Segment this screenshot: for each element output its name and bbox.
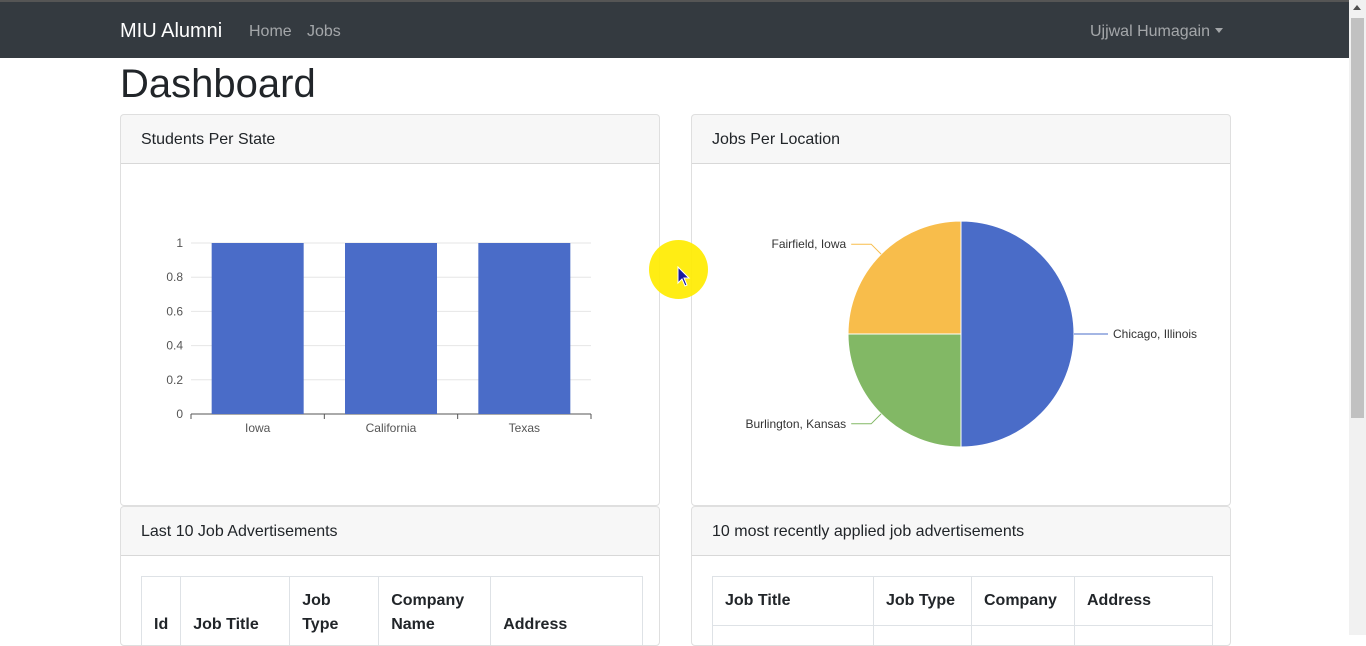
- applied-jobs-table: Job Title Job Type Company Address: [712, 576, 1213, 646]
- column-header-job-type: Job Type: [290, 577, 379, 646]
- pie-label-line: [851, 414, 881, 424]
- pie-slice-fairfield-iowa[interactable]: [848, 221, 961, 334]
- x-tick-label: California: [366, 421, 417, 435]
- navbar: MIU Alumni Home Jobs Ujjwal Humagain: [0, 0, 1366, 58]
- pie-slice-chicago-illinois[interactable]: [961, 221, 1074, 447]
- column-header-address: Address: [1075, 577, 1213, 626]
- column-header-company-name: Company Name: [379, 577, 491, 646]
- card-header: Jobs Per Location: [692, 115, 1230, 164]
- students-per-state-card: Students Per State 0 0.2 0.4 0.6 0.8 1 Iowa Cal…: [120, 114, 660, 506]
- user-name: Ujjwal Humagain: [1090, 23, 1210, 40]
- column-header-job-type: Job Type: [874, 577, 972, 626]
- pie-label: Fairfield, Iowa: [771, 237, 846, 251]
- brand-link[interactable]: MIU Alumni: [120, 20, 222, 43]
- recent-applied-card: 10 most recently applied job advertiseme…: [691, 506, 1231, 646]
- card-body: 0 0.2 0.4 0.6 0.8 1 Iowa California Texas: [121, 164, 659, 505]
- bar-iowa[interactable]: [212, 243, 304, 414]
- jobs-pie-chart: Chicago, Illinois Burlington, Kansas Fairf…: [692, 164, 1230, 505]
- pie-label: Burlington, Kansas: [745, 417, 846, 431]
- nav-jobs-link[interactable]: Jobs: [307, 23, 341, 41]
- y-tick-label: 0.2: [166, 373, 183, 387]
- column-header-company: Company: [972, 577, 1075, 626]
- page-scrollbar[interactable]: [1349, 0, 1366, 635]
- table-header-row: Id Job Title Job Type Company Name Addre…: [142, 577, 643, 646]
- job-ads-table: Id Job Title Job Type Company Name Addre…: [141, 576, 643, 646]
- y-tick-label: 0.8: [166, 270, 183, 284]
- user-dropdown[interactable]: Ujjwal Humagain: [1090, 23, 1223, 41]
- caret-down-icon: [1215, 28, 1223, 33]
- card-body: Chicago, Illinois Burlington, Kansas Fairf…: [692, 164, 1230, 505]
- page-title: Dashboard: [120, 60, 316, 108]
- y-tick-label: 1: [176, 236, 183, 250]
- pie-slice-burlington-kansas[interactable]: [848, 334, 961, 447]
- y-tick-label: 0.4: [166, 339, 183, 353]
- jobs-per-location-card: Jobs Per Location Chicago, Illinois Burli…: [691, 114, 1231, 506]
- card-header: Students Per State: [121, 115, 659, 164]
- card-header: 10 most recently applied job advertiseme…: [692, 507, 1230, 556]
- students-bar-chart: 0 0.2 0.4 0.6 0.8 1 Iowa California Texas: [121, 164, 659, 505]
- table-row: [713, 626, 1213, 646]
- column-header-job-title: Job Title: [713, 577, 874, 626]
- pie-label: Chicago, Illinois: [1113, 327, 1197, 341]
- column-header-address: Address: [491, 577, 643, 646]
- column-header-id: Id: [142, 577, 181, 646]
- x-tick-label: Texas: [509, 421, 540, 435]
- bar-california[interactable]: [345, 243, 437, 414]
- card-header: Last 10 Job Advertisements: [121, 507, 659, 556]
- mouse-pointer-icon: [677, 266, 691, 288]
- bar-texas[interactable]: [478, 243, 570, 414]
- scroll-up-arrow-icon[interactable]: [1353, 5, 1361, 10]
- x-tick-label: Iowa: [245, 421, 271, 435]
- y-tick-label: 0: [176, 407, 183, 421]
- pie-label-line: [851, 244, 881, 254]
- column-header-job-title: Job Title: [181, 577, 290, 646]
- table-header-row: Job Title Job Type Company Address: [713, 577, 1213, 626]
- last-job-ads-card: Last 10 Job Advertisements Id Job Title …: [120, 506, 660, 646]
- scroll-thumb[interactable]: [1351, 18, 1364, 418]
- y-tick-label: 0.6: [166, 304, 183, 318]
- nav-home-link[interactable]: Home: [249, 23, 292, 41]
